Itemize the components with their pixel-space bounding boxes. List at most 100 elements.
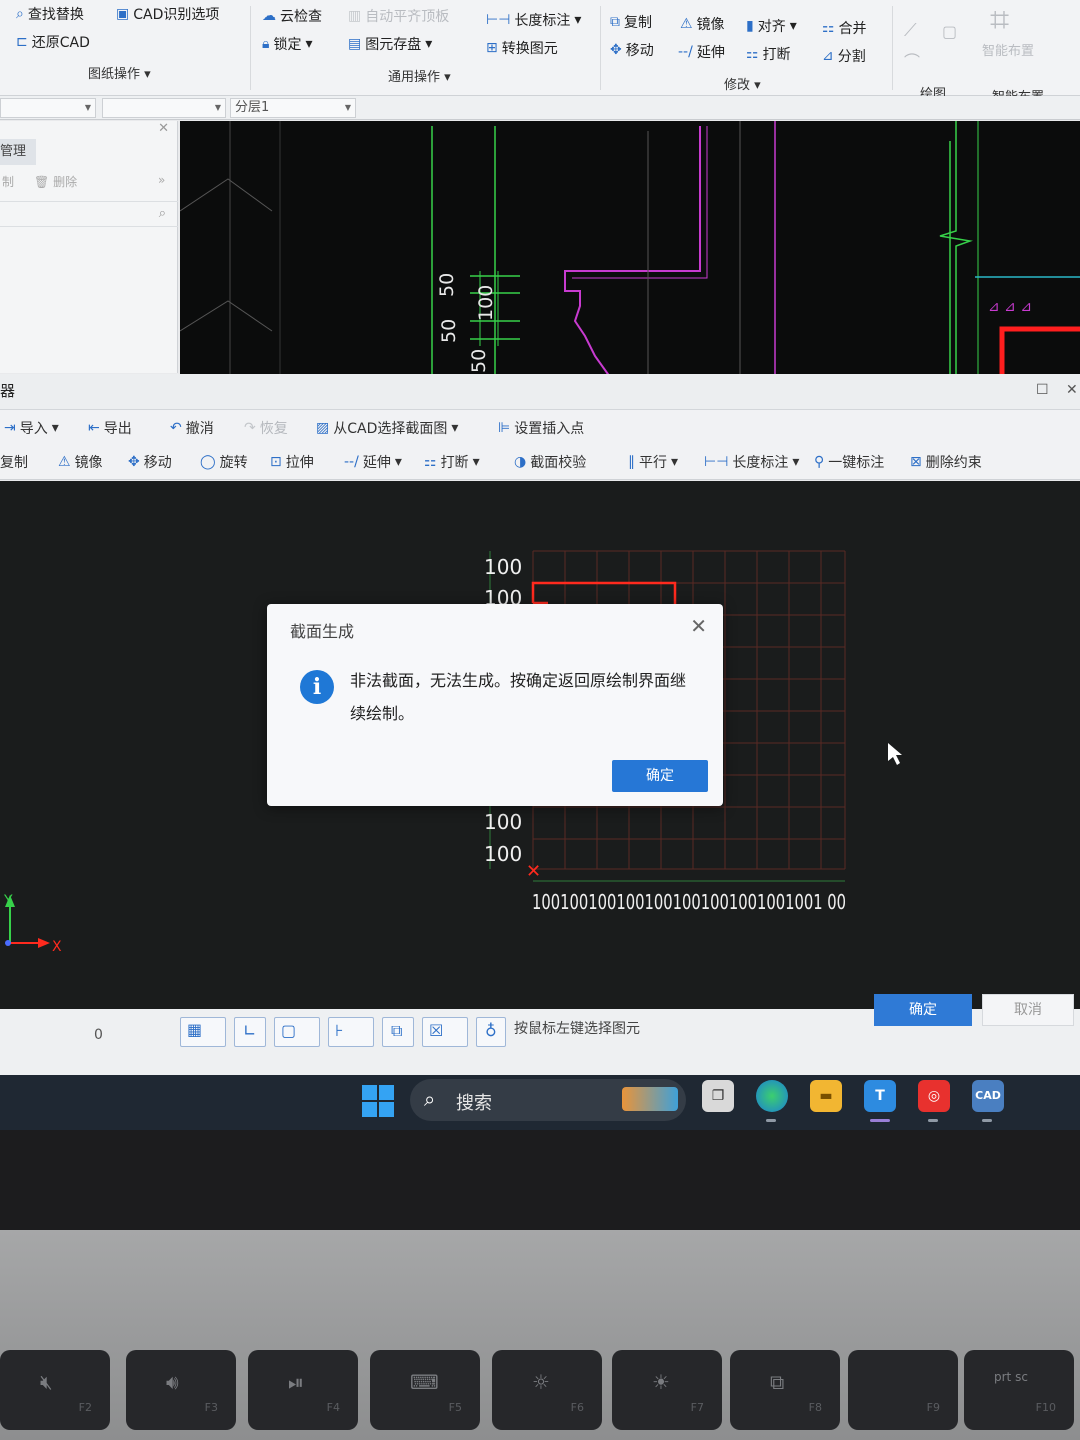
copy-button[interactable]: ⧉ 复制: [610, 12, 652, 32]
stretch-button[interactable]: ⊡ 拉伸: [270, 452, 314, 472]
link-button[interactable]: ⧉: [382, 1017, 414, 1047]
import-button[interactable]: ⇥ 导入 ▾: [4, 418, 59, 438]
length-dimension-button[interactable]: ⊢⊣ 长度标注 ▾: [486, 10, 581, 30]
key-f3[interactable]: 🔊︎ F3: [126, 1350, 236, 1430]
smart-layout-icon[interactable]: ⌗: [990, 0, 1009, 40]
search-highlight-icon: [622, 1087, 678, 1111]
undo-button[interactable]: ↶ 撤消: [170, 418, 214, 438]
save-element-icon: ▤: [348, 36, 362, 52]
netease-music-icon[interactable]: ◎: [918, 1080, 950, 1112]
copy-button[interactable]: 复制: [0, 452, 28, 472]
more-icon[interactable]: »: [158, 173, 165, 187]
cad-app-icon[interactable]: CAD: [972, 1080, 1004, 1112]
monitor-screen: ⌕ 查找替换 ▣ CAD识别选项 ⊏ 还原CAD 图纸操作 ▾ ☁ 云检查 ▥ 自动平齐顶…: [0, 0, 1080, 1230]
draw-line-icon[interactable]: ⟋: [904, 20, 917, 41]
snap-shape-button[interactable]: ▢: [274, 1017, 320, 1047]
delete-constraint-button[interactable]: ⊠ 删除约束: [910, 452, 982, 472]
task-view-icon[interactable]: ❐: [702, 1080, 734, 1112]
key-f2[interactable]: 🔇︎ F2: [0, 1350, 110, 1430]
dim-snap-button[interactable]: ⊦: [328, 1017, 374, 1047]
cloud-check-button[interactable]: ☁ 云检查: [262, 6, 322, 26]
convert-element-button[interactable]: ⊞ 转换图元: [486, 38, 558, 58]
cad-icon: ▣: [116, 6, 130, 22]
cad-drawing: 50 100 50 50 ⊿ ⊿ ⊿: [180, 121, 1080, 377]
panel-search[interactable]: ⌕: [0, 201, 178, 227]
key-f9[interactable]: F9: [848, 1350, 958, 1430]
section-check-button[interactable]: ◑ 截面校验: [514, 452, 586, 472]
group-drawing-ops[interactable]: 图纸操作 ▾: [88, 63, 151, 82]
layer-bar: ▼ ▼ 分层1 ▼: [0, 96, 1080, 120]
move-button[interactable]: ✥ 移动: [610, 40, 654, 60]
align-button[interactable]: ▮ 对齐 ▾: [746, 16, 797, 36]
smart-layout-button[interactable]: 智能布置: [982, 40, 1034, 59]
windows-start-icon[interactable]: [362, 1085, 394, 1117]
auto-dimension-button[interactable]: ⚲ 一键标注: [814, 452, 884, 472]
break-button[interactable]: ⚏ 打断: [746, 44, 791, 64]
layer-select[interactable]: 分层1 ▼: [230, 98, 356, 118]
key-f6[interactable]: ☼ F6: [492, 1350, 602, 1430]
ortho-button[interactable]: ∟: [234, 1017, 266, 1047]
editor-cancel-button[interactable]: 取消: [982, 994, 1074, 1026]
mirror-button[interactable]: ⚠︎ 镜像: [680, 14, 725, 34]
search-icon: ⌕: [424, 1087, 436, 1111]
brightness-up-icon: ☀: [652, 1370, 670, 1394]
stretch-icon: ⊡: [270, 454, 282, 470]
key-f5[interactable]: ⌨ F5: [370, 1350, 480, 1430]
move-icon: ✥: [128, 454, 140, 470]
grid-snap-button[interactable]: ▦: [180, 1017, 226, 1047]
redo-button[interactable]: ↷ 恢复: [244, 418, 288, 438]
mirror-icon: ⚠︎: [58, 454, 71, 470]
drawing-canvas-top[interactable]: 50 100 50 50 ⊿ ⊿ ⊿: [180, 121, 1080, 377]
export-button[interactable]: ⇤ 导出: [88, 418, 132, 438]
split-button[interactable]: ⊿ 分割: [822, 46, 866, 66]
draw-rect-icon[interactable]: ▢: [942, 22, 957, 41]
component-select[interactable]: ▼: [102, 98, 226, 118]
maximize-icon[interactable]: ☐: [1036, 382, 1049, 398]
key-f8[interactable]: ⧉ F8: [730, 1350, 840, 1430]
group-general-ops[interactable]: 通用操作 ▾: [388, 66, 451, 85]
move-button[interactable]: ✥ 移动: [128, 452, 172, 472]
break-button[interactable]: ⚏ 打断 ▾: [424, 452, 480, 472]
file-explorer-icon[interactable]: ▬: [810, 1080, 842, 1112]
check-snap-button[interactable]: ☒: [422, 1017, 468, 1047]
laptop-bezel: [0, 1130, 1080, 1230]
restore-cad-button[interactable]: ⊏ 还原CAD: [16, 32, 90, 52]
close-icon[interactable]: ✕: [158, 121, 169, 136]
hint-button[interactable]: ♁: [476, 1017, 506, 1047]
tab-manage[interactable]: 管理: [0, 139, 36, 165]
find-replace-button[interactable]: ⌕ 查找替换: [16, 4, 84, 24]
lock-button[interactable]: 🔒︎ 锁定 ▾: [262, 34, 312, 54]
t-app-icon[interactable]: T: [864, 1080, 896, 1112]
dialog-ok-button[interactable]: 确定: [612, 760, 708, 792]
draw-arc-icon[interactable]: ⌒: [904, 48, 920, 72]
save-element-button[interactable]: ▤ 图元存盘 ▾: [348, 34, 432, 54]
floor-select[interactable]: ▼: [0, 98, 96, 118]
extend-button[interactable]: --/延伸 ▾: [344, 452, 402, 472]
edge-browser-icon[interactable]: [756, 1080, 788, 1112]
editor-toolbar-2: 复制 ⚠︎ 镜像 ✥ 移动 ◯ 旋转 ⊡ 拉伸 --/延伸 ▾ ⚏ 打断 ▾ ◑ 截面校验 …: [0, 444, 1080, 480]
break-icon: ⚏: [746, 46, 759, 62]
key-prtsc[interactable]: prt sc F10: [964, 1350, 1074, 1430]
group-modify[interactable]: 修改 ▾: [724, 74, 761, 93]
parallel-button[interactable]: ∥ 平行 ▾: [628, 452, 678, 472]
close-icon[interactable]: ✕: [1066, 382, 1078, 398]
insert-point-icon: ⊫: [498, 420, 511, 436]
editor-confirm-button[interactable]: 确定: [874, 994, 972, 1026]
rotate-button[interactable]: ◯ 旋转: [200, 452, 248, 472]
key-f4[interactable]: ⏯ F4: [248, 1350, 358, 1430]
merge-button[interactable]: ⚏ 合并: [822, 18, 867, 38]
mirror-button[interactable]: ⚠︎ 镜像: [58, 452, 103, 472]
ribbon-divider: [250, 6, 251, 90]
copy-tool[interactable]: 制: [2, 173, 14, 190]
auto-align-top-button[interactable]: ▥ 自动平齐顶板: [348, 6, 449, 26]
display-switch-icon: ⧉: [770, 1370, 785, 1394]
delete-tool[interactable]: 🗑︎ 删除: [34, 173, 77, 190]
select-cad-section-button[interactable]: ▨ 从CAD选择截面图 ▾: [316, 418, 458, 438]
set-insert-point-button[interactable]: ⊫ 设置插入点: [498, 418, 584, 438]
key-f7[interactable]: ☀ F7: [612, 1350, 722, 1430]
close-icon[interactable]: ✕: [690, 614, 707, 638]
taskbar-search[interactable]: ⌕ 搜索: [410, 1079, 686, 1121]
length-dimension-button[interactable]: ⊢⊣ 长度标注 ▾: [704, 452, 799, 472]
extend-button[interactable]: --/延伸: [678, 42, 725, 62]
cad-options-button[interactable]: ▣ CAD识别选项: [116, 4, 219, 24]
